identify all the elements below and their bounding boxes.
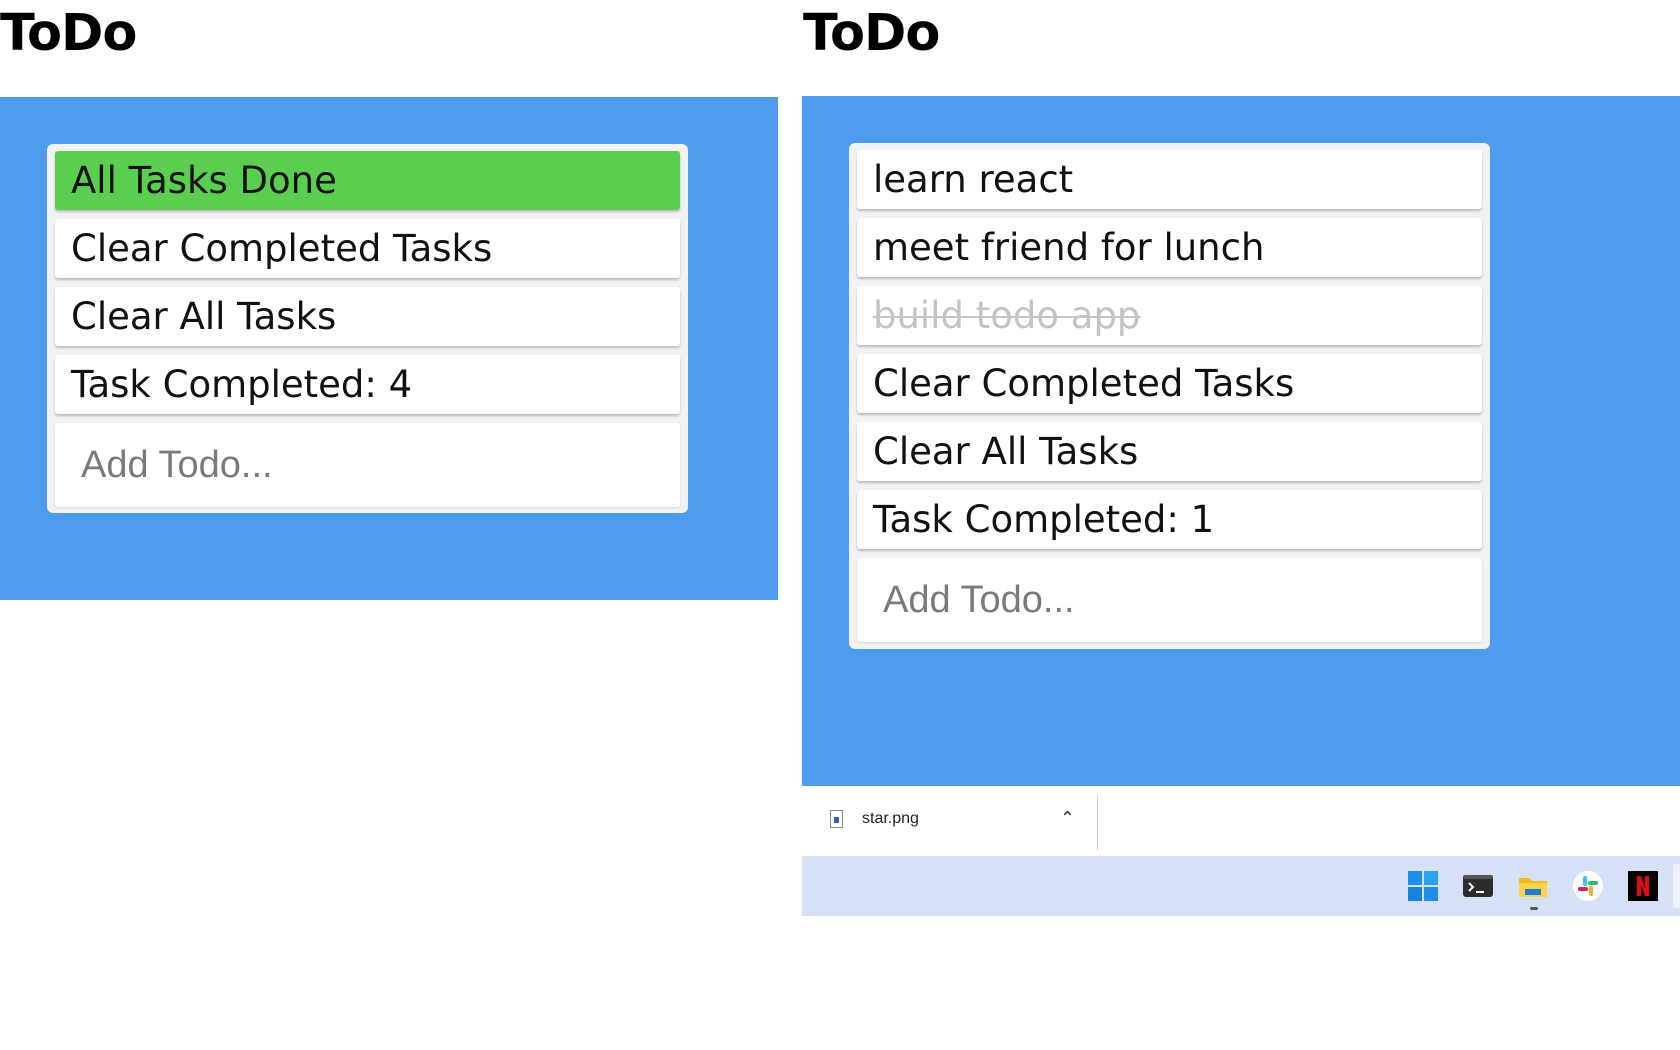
todo-item[interactable]: learn react [857,150,1482,209]
right-todo-panel: learn react meet friend for lunch build … [802,96,1680,786]
clear-all-button[interactable]: Clear All Tasks [857,422,1482,481]
download-divider [1097,794,1098,850]
clear-completed-button[interactable]: Clear Completed Tasks [55,219,680,278]
add-todo-input[interactable] [857,558,1482,642]
all-tasks-done-banner: All Tasks Done [55,151,680,210]
terminal-icon[interactable] [1461,869,1495,903]
right-page-title: ToDo [803,4,940,63]
active-app-indicator [1530,907,1538,910]
download-item[interactable]: star.png ⌃ [802,786,1096,856]
download-file-name: star.png [862,810,919,827]
windows-start-icon[interactable] [1406,869,1440,903]
task-completed-count: Task Completed: 1 [857,490,1482,549]
todo-item-completed[interactable]: build todo app [857,286,1482,345]
todo-item[interactable]: meet friend for lunch [857,218,1482,277]
left-todo-panel: All Tasks Done Clear Completed Tasks Cle… [0,97,778,600]
clear-all-button[interactable]: Clear All Tasks [55,287,680,346]
task-completed-count: Task Completed: 4 [55,355,680,414]
taskbar [802,856,1680,916]
slack-icon[interactable] [1571,869,1605,903]
file-explorer-icon[interactable] [1516,869,1550,910]
right-todo-card: learn react meet friend for lunch build … [849,143,1490,649]
left-todo-card: All Tasks Done Clear Completed Tasks Cle… [47,144,688,513]
download-bar: star.png ⌃ [802,786,1680,856]
image-file-icon [830,810,843,828]
netflix-icon[interactable] [1626,869,1660,903]
show-desktop-edge[interactable] [1673,864,1680,908]
add-todo-input[interactable] [55,423,680,507]
clear-completed-button[interactable]: Clear Completed Tasks [857,354,1482,413]
left-page-title: ToDo [0,4,137,63]
chevron-up-icon[interactable]: ⌃ [1060,808,1075,829]
